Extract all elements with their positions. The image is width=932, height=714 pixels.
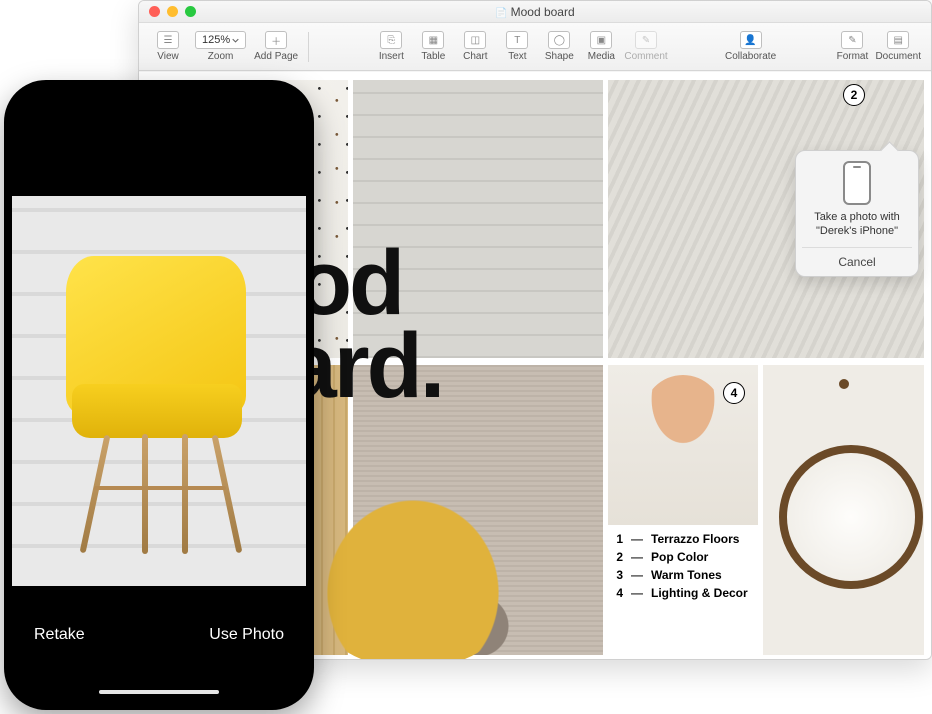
home-indicator[interactable] bbox=[99, 690, 219, 694]
view-label: View bbox=[157, 51, 179, 62]
legend-row: 1—Terrazzo Floors bbox=[611, 530, 748, 548]
legend-row: 2—Pop Color bbox=[611, 548, 748, 566]
continuity-camera-popover: Take a photo with "Derek's iPhone" Cance… bbox=[795, 150, 919, 277]
close-button[interactable] bbox=[149, 6, 160, 17]
minimize-button[interactable] bbox=[167, 6, 178, 17]
add-page-icon: ＋ bbox=[265, 31, 287, 49]
comment-icon: ✎ bbox=[635, 31, 657, 49]
image-mirror[interactable] bbox=[763, 365, 924, 655]
toolbar-separator bbox=[308, 32, 309, 62]
popover-text: Take a photo with "Derek's iPhone" bbox=[802, 211, 912, 247]
view-icon: ☰ bbox=[157, 31, 179, 49]
iphone-notch bbox=[94, 88, 224, 112]
document-label: Document bbox=[875, 51, 921, 62]
use-photo-button[interactable]: Use Photo bbox=[209, 626, 284, 644]
chart-label: Chart bbox=[463, 51, 487, 62]
insert-icon: ⎘ bbox=[380, 31, 402, 49]
window-titlebar[interactable]: Mood board bbox=[139, 1, 931, 23]
comment-button: ✎ Comment bbox=[624, 31, 667, 62]
format-label: Format bbox=[837, 51, 869, 62]
media-button[interactable]: ▣ Media bbox=[582, 31, 620, 62]
legend-row: 4—Lighting & Decor bbox=[611, 584, 748, 602]
document-button[interactable]: ▤ Document bbox=[875, 31, 921, 62]
collaborate-button[interactable]: 👤 Collaborate bbox=[725, 31, 776, 62]
view-button[interactable]: ☰ View bbox=[149, 31, 187, 62]
shape-button[interactable]: ◯ Shape bbox=[540, 31, 578, 62]
insert-label: Insert bbox=[379, 51, 404, 62]
legend[interactable]: 1—Terrazzo Floors 2—Pop Color 3—Warm Ton… bbox=[611, 530, 748, 602]
fullscreen-button[interactable] bbox=[185, 6, 196, 17]
iphone-device: Retake Use Photo bbox=[4, 80, 314, 710]
shape-label: Shape bbox=[545, 51, 574, 62]
chart-icon: ◫ bbox=[464, 31, 486, 49]
chart-button[interactable]: ◫ Chart bbox=[456, 31, 494, 62]
chevron-down-icon bbox=[232, 37, 239, 44]
iphone-screen: Retake Use Photo bbox=[12, 88, 306, 702]
callout-4[interactable]: 4 bbox=[723, 382, 745, 404]
toolbar: ☰ View 125% Zoom ＋ Add Page ⎘ Insert ▦ T… bbox=[139, 23, 931, 71]
window-controls bbox=[149, 6, 196, 17]
retake-button[interactable]: Retake bbox=[34, 626, 85, 644]
text-icon: T bbox=[506, 31, 528, 49]
cancel-button[interactable]: Cancel bbox=[802, 247, 912, 276]
format-icon: ✎ bbox=[841, 31, 863, 49]
document-icon: ▤ bbox=[887, 31, 909, 49]
iphone-icon bbox=[843, 161, 871, 205]
add-page-label: Add Page bbox=[254, 51, 298, 62]
zoom-value: 125% bbox=[202, 34, 230, 46]
text-label: Text bbox=[508, 51, 526, 62]
zoom-label: Zoom bbox=[208, 51, 234, 62]
collaborate-label: Collaborate bbox=[725, 51, 776, 62]
shape-icon: ◯ bbox=[548, 31, 570, 49]
table-icon: ▦ bbox=[422, 31, 444, 49]
media-icon: ▣ bbox=[590, 31, 612, 49]
add-page-button[interactable]: ＋ Add Page bbox=[254, 31, 298, 62]
insert-button[interactable]: ⎘ Insert bbox=[372, 31, 410, 62]
callout-2[interactable]: 2 bbox=[843, 84, 865, 106]
text-button[interactable]: T Text bbox=[498, 31, 536, 62]
table-button[interactable]: ▦ Table bbox=[414, 31, 452, 62]
legend-row: 3—Warm Tones bbox=[611, 566, 748, 584]
table-label: Table bbox=[421, 51, 445, 62]
document-title: Mood board bbox=[139, 5, 931, 19]
camera-viewfinder[interactable] bbox=[12, 196, 306, 586]
collaborate-icon: 👤 bbox=[740, 31, 762, 49]
format-button[interactable]: ✎ Format bbox=[833, 31, 871, 62]
camera-bottom-bar: Retake Use Photo bbox=[12, 586, 306, 702]
comment-label: Comment bbox=[624, 51, 667, 62]
media-label: Media bbox=[588, 51, 615, 62]
zoom-control[interactable]: 125% Zoom bbox=[195, 31, 246, 62]
